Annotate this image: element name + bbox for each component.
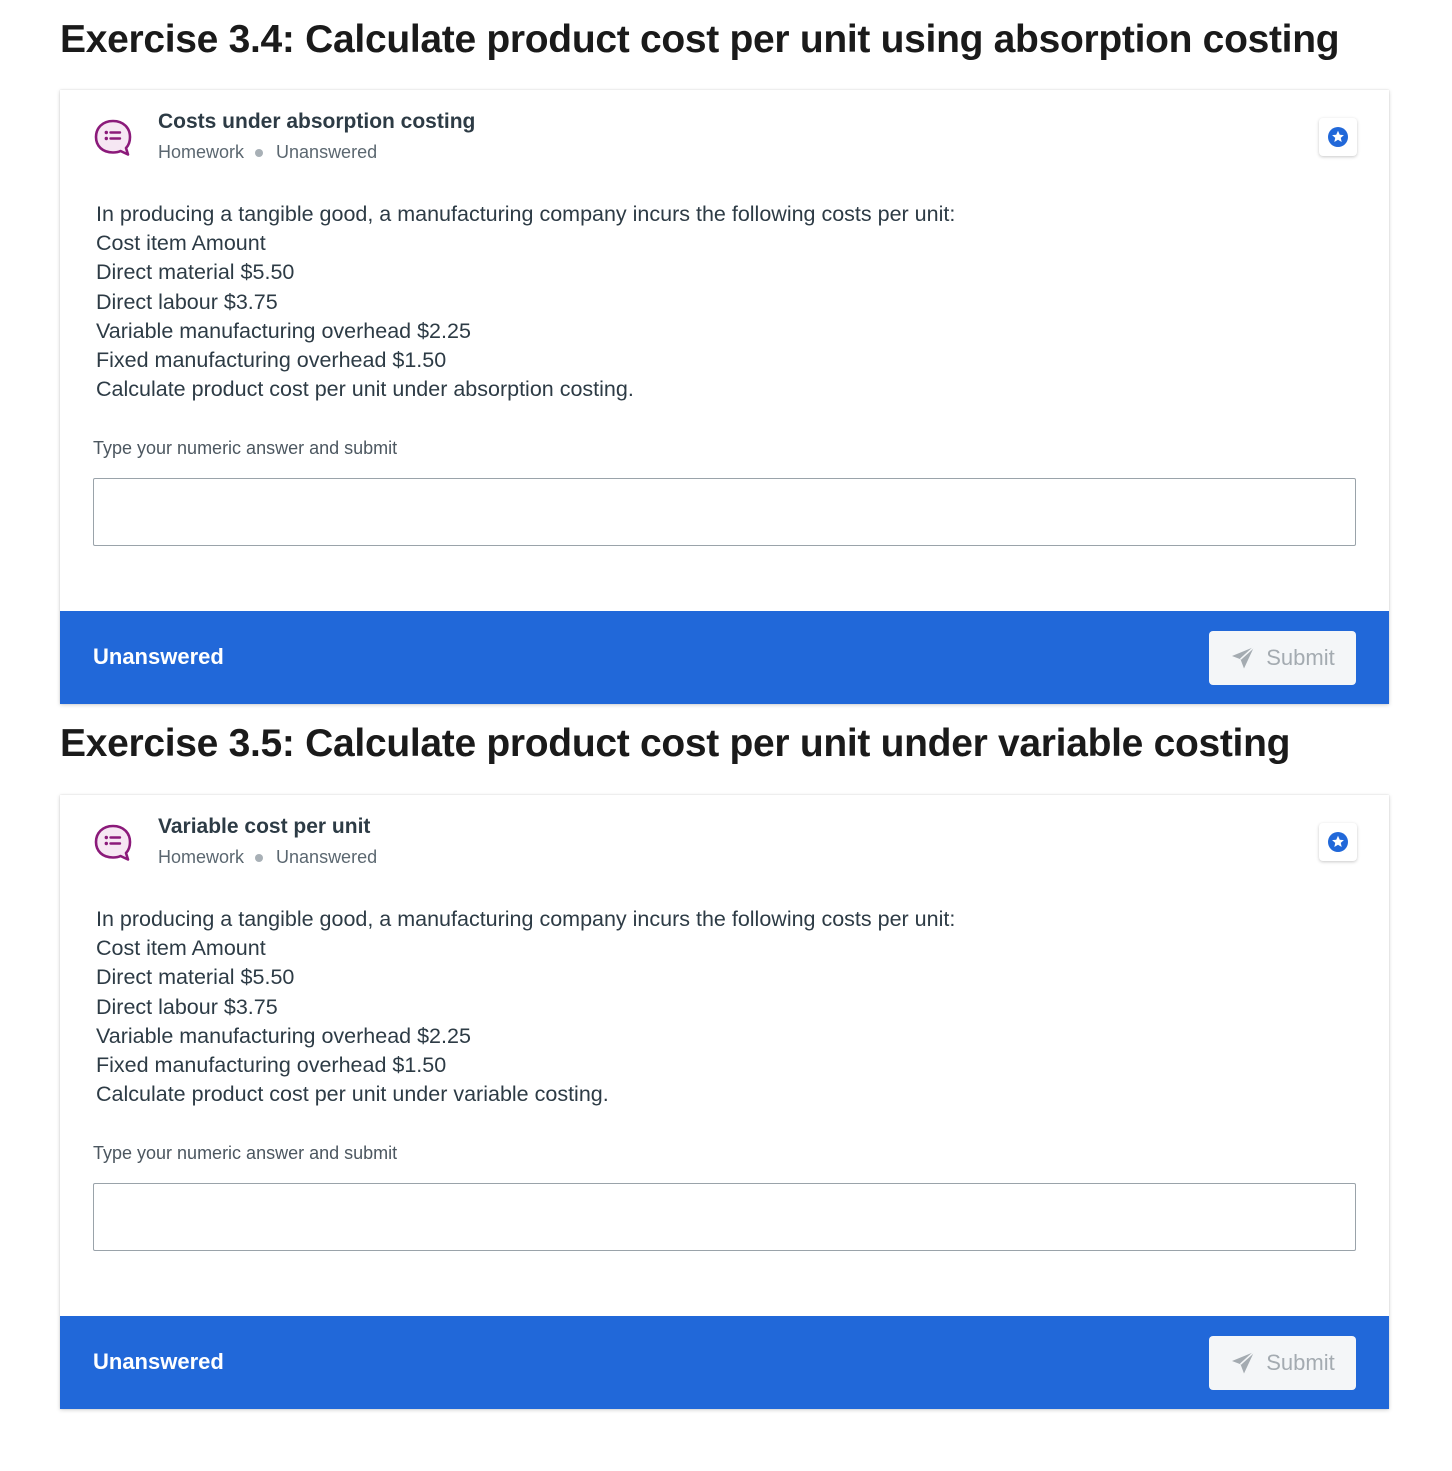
paper-plane-icon [1232,1351,1255,1374]
question-text-line: In producing a tangible good, a manufact… [96,202,956,226]
question-text-line: Direct material $5.50 [96,965,295,990]
submit-label: Submit [1266,645,1335,670]
question-text-line: Fixed manufacturing overhead $1.50 [96,348,447,373]
submit-button[interactable]: Submit [1209,1336,1356,1390]
question-card-header: Variable cost per unit Homework Unanswer… [60,795,1389,885]
numeric-answer-input[interactable] [93,478,1356,546]
footer-status: Unanswered [93,1349,224,1374]
footer-status: Unanswered [93,644,224,669]
numeric-answer-input[interactable] [93,1183,1356,1251]
question-text-line: Fixed manufacturing overhead $1.50 [96,1053,447,1078]
answer-label: Type your numeric answer and submit [93,1143,398,1163]
discussion-question-icon [94,119,132,156]
question-text-line: In producing a tangible good, a manufact… [96,907,956,931]
star-bookmark-icon [1328,127,1348,147]
question-meta: Homework Unanswered [158,847,377,868]
question-body: In producing a tangible good, a manufact… [96,200,955,404]
submit-label: Submit [1266,1350,1335,1375]
bookmark-button[interactable] [1319,118,1357,156]
question-text-line: Calculate product cost per unit under va… [96,1082,609,1107]
discussion-question-icon [94,824,132,861]
separator-dot [255,148,264,157]
bookmark-button[interactable] [1319,823,1357,861]
question-status: Unanswered [276,847,378,867]
question-text-line: Variable manufacturing overhead $2.25 [96,1023,471,1048]
exercise-heading: Exercise 3.4: Calculate product cost per… [60,18,1340,61]
question-card: Variable cost per unit Homework Unanswer… [60,795,1389,1409]
answer-label: Type your numeric answer and submit [93,438,398,458]
question-status: Unanswered [276,142,378,162]
question-text-line: Calculate product cost per unit under ab… [96,377,634,402]
question-text-line: Direct labour $3.75 [96,994,278,1019]
submit-button[interactable]: Submit [1209,631,1356,685]
question-body: In producing a tangible good, a manufact… [96,905,955,1109]
star-bookmark-icon [1328,832,1348,852]
question-text-line: Direct labour $3.75 [96,289,278,314]
question-title: Variable cost per unit [158,815,371,838]
question-text-line: Direct material $5.50 [96,260,295,285]
question-card-header: Costs under absorption costing Homework … [60,90,1389,180]
paper-plane-icon [1232,646,1255,669]
question-text-line: Cost item Amount [96,231,266,256]
question-title: Costs under absorption costing [158,110,476,133]
question-type: Homework [158,142,245,162]
separator-dot [255,853,264,862]
exercise-heading: Exercise 3.5: Calculate product cost per… [60,722,1291,765]
question-footer: Unanswered Submit [60,1316,1389,1409]
question-type: Homework [158,847,245,867]
question-footer: Unanswered Submit [60,611,1389,704]
question-text-line: Cost item Amount [96,936,266,961]
question-card: Costs under absorption costing Homework … [60,90,1389,704]
question-meta: Homework Unanswered [158,142,377,163]
question-text-line: Variable manufacturing overhead $2.25 [96,318,471,343]
